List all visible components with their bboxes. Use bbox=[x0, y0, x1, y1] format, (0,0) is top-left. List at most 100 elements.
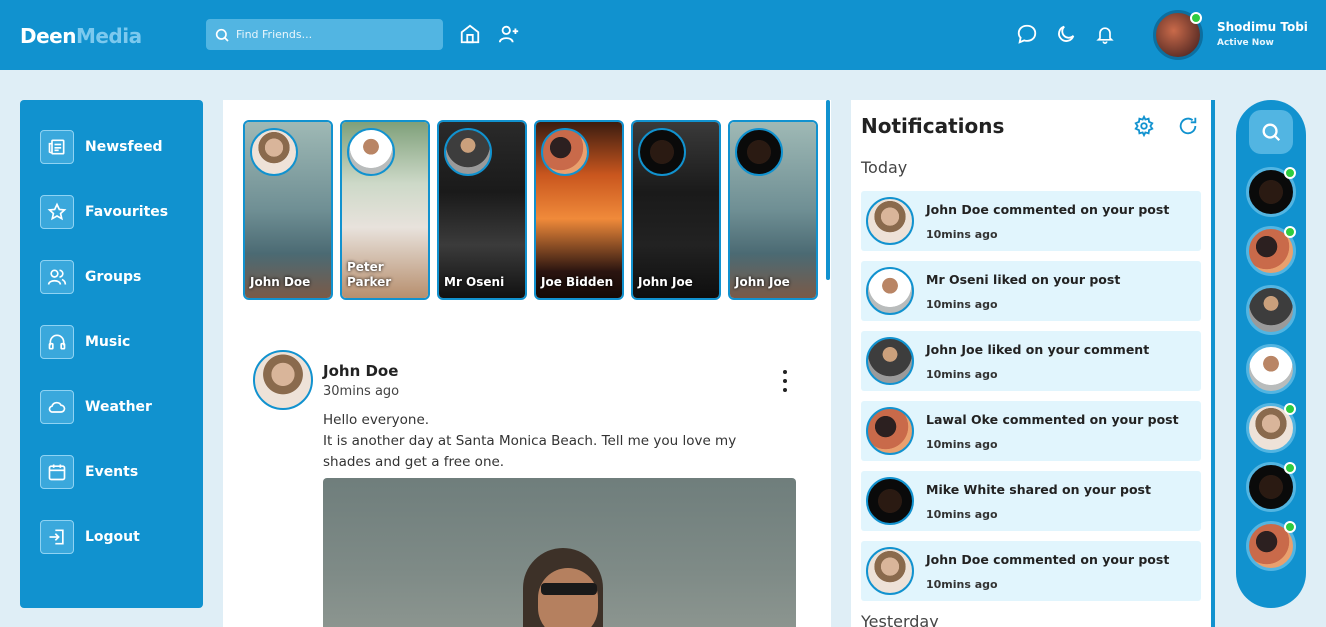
online-indicator bbox=[1284, 226, 1296, 238]
notification-avatar bbox=[866, 547, 914, 595]
story-name: Joe Bidden bbox=[541, 275, 614, 289]
sidebar-item-label: Events bbox=[85, 464, 139, 480]
story-card[interactable]: Mr Oseni bbox=[437, 120, 527, 300]
dark-mode-toggle[interactable] bbox=[1054, 22, 1078, 46]
sidebar-item-label: Logout bbox=[85, 529, 140, 545]
top-bar: DeenMedia Shodimu Tobi Active Now bbox=[0, 0, 1326, 70]
story-card[interactable]: Peter Parker bbox=[340, 120, 430, 300]
notification-item[interactable]: Lawal Oke commented on your post 10mins … bbox=[861, 401, 1201, 461]
notification-avatar bbox=[866, 267, 914, 315]
home-button[interactable] bbox=[458, 22, 482, 46]
post-body: Hello everyone. It is another day at San… bbox=[323, 410, 783, 473]
notifications-scrollbar[interactable] bbox=[1211, 100, 1215, 627]
story-avatar bbox=[250, 128, 298, 176]
online-indicator bbox=[1190, 12, 1202, 24]
sunglasses-shape bbox=[541, 583, 597, 595]
notification-time: 10mins ago bbox=[926, 508, 998, 521]
logo-part2: Media bbox=[75, 24, 142, 48]
online-friends-rail bbox=[1236, 100, 1306, 608]
app-logo[interactable]: DeenMedia bbox=[20, 24, 142, 48]
notification-item[interactable]: John Doe commented on your post 10mins a… bbox=[861, 541, 1201, 601]
calendar-icon bbox=[40, 455, 74, 489]
add-user-icon bbox=[498, 25, 519, 43]
notification-settings-button[interactable] bbox=[1133, 114, 1155, 138]
online-indicator bbox=[1284, 462, 1296, 474]
online-indicator bbox=[1284, 167, 1296, 179]
notification-avatar bbox=[866, 407, 914, 455]
notification-avatar bbox=[866, 477, 914, 525]
story-avatar bbox=[735, 128, 783, 176]
gear-icon bbox=[1134, 114, 1154, 138]
online-indicator bbox=[1284, 521, 1296, 533]
sidebar-item-logout[interactable]: Logout bbox=[40, 520, 140, 554]
search-icon bbox=[215, 28, 229, 42]
notification-time: 10mins ago bbox=[926, 368, 998, 381]
story-card[interactable]: Joe Bidden bbox=[534, 120, 624, 300]
user-status: Active Now bbox=[1217, 38, 1274, 48]
post-author-avatar[interactable] bbox=[253, 350, 313, 410]
friend-avatar[interactable] bbox=[1246, 167, 1296, 217]
messages-button[interactable] bbox=[1015, 22, 1039, 46]
friend-avatar[interactable] bbox=[1246, 403, 1296, 453]
notification-time: 10mins ago bbox=[926, 438, 998, 451]
search-icon bbox=[1262, 123, 1281, 142]
story-name: John Joe bbox=[638, 275, 693, 289]
dot bbox=[783, 379, 787, 383]
notification-text: Mike White shared on your post bbox=[926, 482, 1151, 497]
friend-avatar[interactable] bbox=[1246, 462, 1296, 512]
chat-icon bbox=[1017, 24, 1037, 44]
story-card[interactable]: John Joe bbox=[728, 120, 818, 300]
story-card[interactable]: John Joe bbox=[631, 120, 721, 300]
friend-avatar[interactable] bbox=[1246, 521, 1296, 571]
feed-scrollbar[interactable] bbox=[826, 100, 830, 280]
notifications-title: Notifications bbox=[861, 114, 1005, 138]
sidebar-item-label: Music bbox=[85, 334, 131, 350]
story-avatar bbox=[541, 128, 589, 176]
sidebar-item-music[interactable]: Music bbox=[40, 325, 130, 359]
notification-item[interactable]: John Joe liked on your comment 10mins ag… bbox=[861, 331, 1201, 391]
story-name: John Joe bbox=[735, 275, 790, 289]
friend-avatar[interactable] bbox=[1246, 285, 1296, 335]
home-icon bbox=[460, 24, 480, 44]
sidebar-item-events[interactable]: Events bbox=[40, 455, 138, 489]
user-name[interactable]: Shodimu Tobi bbox=[1217, 20, 1308, 34]
sidebar-item-groups[interactable]: Groups bbox=[40, 260, 141, 294]
story-avatar bbox=[638, 128, 686, 176]
sidebar-item-label: Favourites bbox=[85, 204, 169, 220]
sidebar-item-favourites[interactable]: Favourites bbox=[40, 195, 168, 229]
notification-item[interactable]: John Doe commented on your post 10mins a… bbox=[861, 191, 1201, 251]
sidebar-item-weather[interactable]: Weather bbox=[40, 390, 152, 424]
section-today: Today bbox=[861, 158, 908, 177]
friend-avatar[interactable] bbox=[1246, 344, 1296, 394]
dot bbox=[783, 370, 787, 374]
online-indicator bbox=[1284, 403, 1296, 415]
find-friends-search bbox=[206, 19, 443, 50]
notification-text: Lawal Oke commented on your post bbox=[926, 412, 1179, 427]
notification-avatar bbox=[866, 337, 914, 385]
notification-text: John Doe commented on your post bbox=[926, 202, 1170, 217]
post-line: Hello everyone. bbox=[323, 412, 430, 428]
add-friend-button[interactable] bbox=[497, 22, 521, 46]
sidebar-item-newsfeed[interactable]: Newsfeed bbox=[40, 130, 163, 164]
sidebar-item-label: Groups bbox=[85, 269, 142, 285]
notification-item[interactable]: Mr Oseni liked on your post 10mins ago bbox=[861, 261, 1201, 321]
refresh-icon bbox=[1179, 117, 1197, 135]
notification-item[interactable]: Mike White shared on your post 10mins ag… bbox=[861, 471, 1201, 531]
post-options-button[interactable] bbox=[780, 370, 790, 392]
story-card[interactable]: John Doe bbox=[243, 120, 333, 300]
post-image[interactable] bbox=[323, 478, 796, 627]
sidebar-item-label: Weather bbox=[85, 399, 152, 415]
refresh-button[interactable] bbox=[1177, 115, 1199, 137]
notifications-button[interactable] bbox=[1093, 22, 1117, 46]
post-line: It is another day at Santa Monica Beach.… bbox=[323, 433, 737, 470]
post-author-name[interactable]: John Doe bbox=[323, 362, 398, 380]
friend-search-button[interactable] bbox=[1249, 110, 1293, 154]
user-avatar[interactable] bbox=[1153, 10, 1203, 60]
cloud-icon bbox=[40, 390, 74, 424]
friend-avatar[interactable] bbox=[1246, 226, 1296, 276]
story-name: Mr Oseni bbox=[444, 275, 505, 289]
notification-text: John Doe commented on your post bbox=[926, 552, 1170, 567]
logo-part1: Deen bbox=[20, 24, 76, 48]
search-input[interactable] bbox=[236, 28, 436, 41]
notification-time: 10mins ago bbox=[926, 298, 998, 311]
